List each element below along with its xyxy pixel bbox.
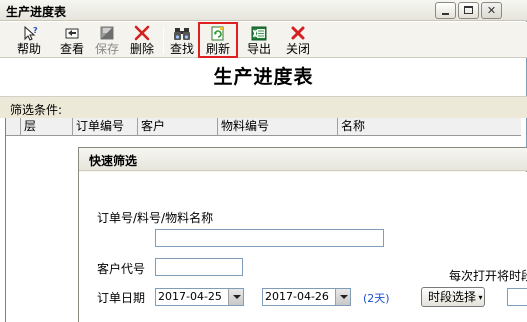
dialog-title-bar: 快速筛选: [79, 148, 527, 171]
column-header-customer[interactable]: 客户: [138, 118, 218, 136]
find-label: 查找: [169, 42, 194, 56]
date-to-value: 2017-04-26: [265, 290, 329, 303]
maximize-icon: [464, 6, 473, 14]
filter-bar: 筛选条件:: [0, 96, 527, 118]
column-header-level[interactable]: 层: [21, 118, 73, 136]
export-label: 导出: [246, 42, 271, 56]
help-button[interactable]: ? 帮助: [14, 23, 44, 57]
help-icon: ?: [24, 25, 38, 41]
view-button[interactable]: 查看: [58, 23, 86, 57]
title-bar: 生产进度表 ✕: [0, 0, 527, 21]
excel-icon: [251, 26, 267, 41]
main-window: 生产进度表 ✕ ? 帮助 查看 保存 删除 查找 刷新 导出 关闭 生产进度表 …: [0, 0, 527, 322]
close-x-icon: [291, 26, 305, 40]
day-count: (2天): [363, 292, 390, 305]
minimize-button[interactable]: [435, 2, 456, 19]
open-period-hint: 每次打开将时段: [449, 269, 527, 283]
save-icon: [100, 26, 114, 40]
save-button[interactable]: 保存: [93, 23, 121, 57]
order-date-label: 订单日期: [97, 291, 146, 305]
chevron-down-icon: [228, 289, 243, 305]
report-title: 生产进度表: [213, 66, 314, 88]
export-button[interactable]: 导出: [245, 23, 273, 57]
refresh-highlight-box: [198, 22, 238, 58]
quick-filter-dialog: 快速筛选 订单号/料号/物料名称 客户代号 每次打开将时段 订单日期 2017-…: [78, 147, 527, 322]
customer-code-input[interactable]: [155, 258, 243, 276]
binoculars-icon: [174, 28, 190, 40]
grid-header: 层 订单编号 客户 物料编号 名称: [6, 118, 521, 136]
dialog-body: 订单号/料号/物料名称 客户代号 每次打开将时段 订单日期 2017-04-25…: [79, 172, 527, 322]
dropdown-arrow-icon: ▾: [476, 293, 483, 302]
close-window-button[interactable]: ✕: [481, 2, 502, 19]
date-from-select[interactable]: 2017-04-25: [155, 288, 244, 306]
period-select-button[interactable]: 时段选择 ▾: [421, 287, 485, 307]
chevron-down-icon: [335, 289, 350, 305]
toolbar: ? 帮助 查看 保存 删除 查找 刷新 导出 关闭: [0, 22, 527, 58]
delete-label: 删除: [129, 42, 154, 56]
save-label: 保存: [94, 42, 119, 56]
close-label: 关闭: [285, 42, 310, 56]
svg-text:?: ?: [33, 26, 38, 35]
filter-label: 筛选条件:: [10, 103, 63, 117]
date-to-select[interactable]: 2017-04-26: [262, 288, 351, 306]
view-icon: [65, 28, 79, 39]
period-extra-input[interactable]: [507, 288, 527, 306]
customer-code-label: 客户代号: [97, 262, 146, 276]
toolbar-separator: [163, 28, 164, 54]
maximize-button[interactable]: [458, 2, 479, 19]
window-title: 生产进度表: [6, 5, 67, 19]
order-search-label: 订单号/料号/物料名称: [97, 211, 214, 225]
dialog-title: 快速筛选: [89, 154, 138, 168]
minimize-icon: [442, 13, 449, 15]
help-label: 帮助: [16, 42, 41, 56]
close-icon: ✕: [486, 4, 497, 17]
delete-icon: [134, 25, 150, 41]
column-header-material-no[interactable]: 物料编号: [218, 118, 338, 136]
column-header-selector[interactable]: [6, 118, 21, 136]
date-from-value: 2017-04-25: [158, 290, 222, 303]
column-header-name[interactable]: 名称: [338, 118, 521, 136]
delete-button[interactable]: 删除: [128, 23, 156, 57]
view-label: 查看: [59, 42, 84, 56]
order-search-input[interactable]: [155, 229, 384, 247]
close-button[interactable]: 关闭: [284, 23, 312, 57]
find-button[interactable]: 查找: [168, 23, 196, 57]
column-header-order-no[interactable]: 订单编号: [73, 118, 138, 136]
period-select-label: 时段选择: [428, 290, 477, 304]
